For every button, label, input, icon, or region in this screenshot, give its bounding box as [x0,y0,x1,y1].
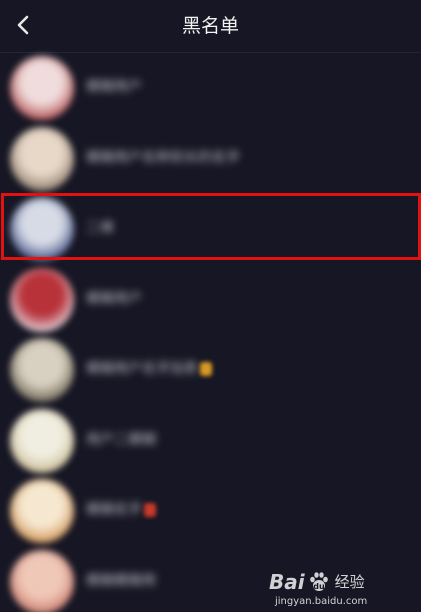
user-name-text: 模糊用户 [86,290,142,307]
watermark-url: jingyan.baidu.com [275,596,368,607]
avatar[interactable] [10,549,74,612]
emoji-badge [144,503,156,517]
user-name-text: 二维 [86,220,114,236]
user-name: 模糊用户名称较长的名字 [86,146,240,170]
user-name-text: 模糊用户名称较长的名字 [86,149,240,166]
user-name-text: 模糊模糊用 [86,572,156,589]
watermark-brand: Bai [269,570,305,594]
avatar[interactable] [10,267,74,332]
page-title: 黑名单 [181,15,239,37]
blacklist-row[interactable]: 模糊名字 [0,476,421,547]
avatar[interactable] [10,126,74,191]
user-name: 模糊用户 [86,75,142,99]
avatar[interactable] [10,197,74,261]
user-name: 二维 [86,216,114,240]
blacklist-row[interactable]: 模糊用户 [0,53,421,124]
blacklist-row[interactable]: 二维 [0,194,421,265]
avatar[interactable] [10,338,74,402]
user-name-text: 用户二模糊 [86,431,156,448]
user-name: 模糊名字 [86,498,156,522]
baidu-paw-icon: du [309,572,328,591]
blacklist: 模糊用户 模糊用户名称较长的名字 二维 模糊用户 模糊用户名字加表 用户二模糊 模糊名字 模糊… [0,53,421,612]
user-name: 模糊用户名字加表 [86,357,212,381]
avatar[interactable] [10,408,74,473]
user-name-text: 模糊用户名字加表 [86,361,198,377]
svg-text:du: du [313,582,325,591]
user-name: 用户二模糊 [86,428,156,452]
avatar[interactable] [10,479,74,543]
watermark-product: 经验 [334,573,365,591]
blacklist-row[interactable]: 模糊用户名字加表 [0,335,421,406]
blacklist-row[interactable]: 模糊用户名称较长的名字 [0,124,421,195]
blacklist-screen: 黑名单 模糊用户 模糊用户名称较长的名字 二维 模糊用户 模糊用户名字加表 用户二模糊 模糊… [0,0,421,612]
blacklist-row[interactable]: 模糊用户 [0,265,421,336]
baidu-jingyan-watermark: Bai du 经验 jingyan.baidu.com [269,570,399,610]
blacklist-row[interactable]: 用户二模糊 [0,406,421,477]
user-name: 模糊模糊用 [86,569,156,593]
avatar[interactable] [10,56,74,120]
emoji-badge [200,362,212,376]
header: 黑名单 [0,0,421,53]
user-name-text: 模糊名字 [86,502,142,518]
user-name: 模糊用户 [86,287,142,311]
user-name-text: 模糊用户 [86,79,142,95]
